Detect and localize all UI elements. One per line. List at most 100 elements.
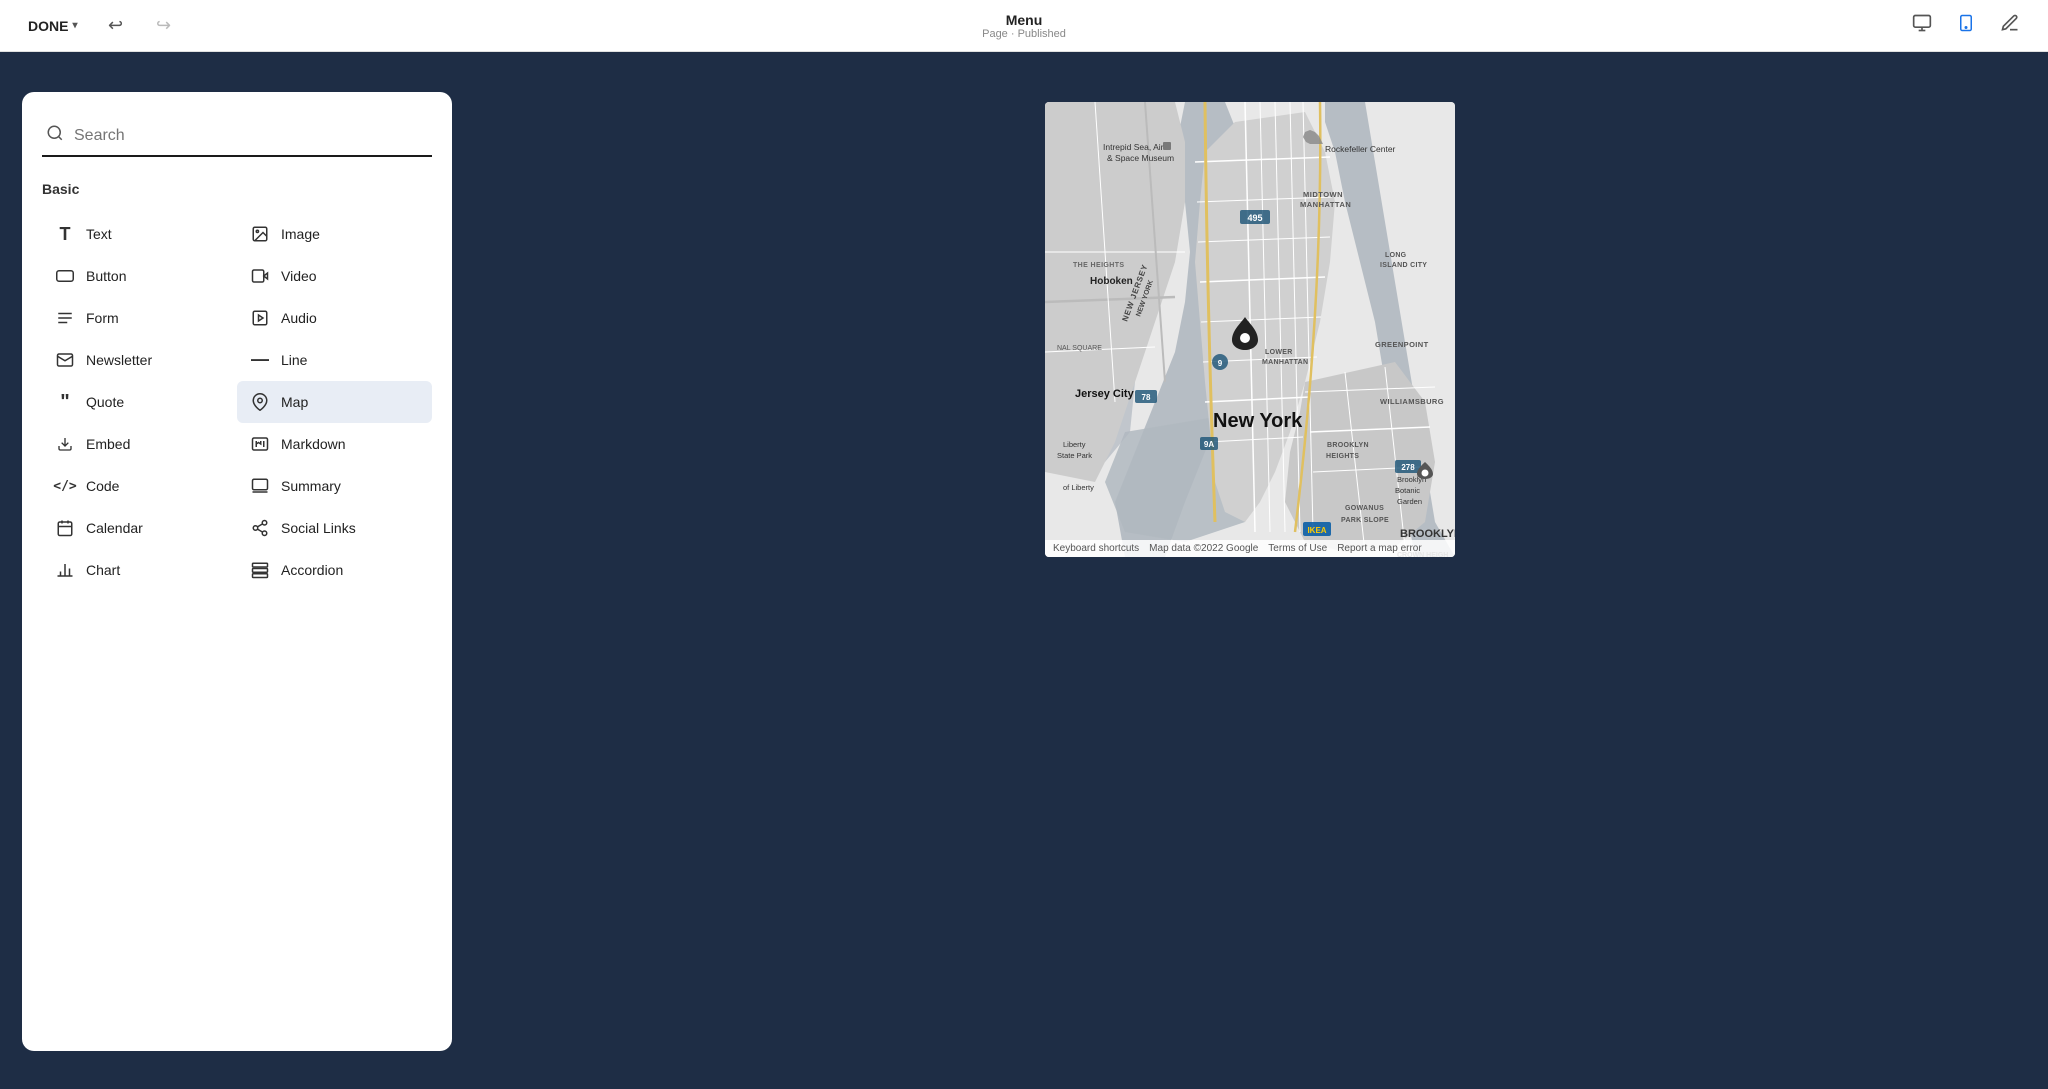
svg-text:BROOKLYN: BROOKLYN xyxy=(1400,528,1455,540)
widget-newsletter[interactable]: Newsletter xyxy=(42,339,237,381)
text-label: Text xyxy=(86,226,112,242)
svg-text:Intrepid Sea, Air: Intrepid Sea, Air xyxy=(1103,142,1164,152)
summary-icon xyxy=(249,475,271,497)
widget-image[interactable]: Image xyxy=(237,213,432,255)
calendar-icon xyxy=(54,517,76,539)
svg-text:New York: New York xyxy=(1213,410,1303,432)
markdown-icon xyxy=(249,433,271,455)
widget-markdown[interactable]: Markdown xyxy=(237,423,432,465)
image-icon xyxy=(249,223,271,245)
embed-label: Embed xyxy=(86,436,130,452)
svg-text:LONG: LONG xyxy=(1385,252,1407,259)
svg-text:Botanic: Botanic xyxy=(1395,486,1420,495)
line-icon xyxy=(249,349,271,371)
svg-text:WILLIAMSBURG: WILLIAMSBURG xyxy=(1380,397,1444,406)
svg-text:BROOKLYN: BROOKLYN xyxy=(1327,442,1369,449)
video-icon xyxy=(249,265,271,287)
desktop-icon xyxy=(1912,13,1932,38)
summary-label: Summary xyxy=(281,478,341,494)
desktop-view-button[interactable] xyxy=(1904,8,1940,44)
widget-social-links[interactable]: Social Links xyxy=(237,507,432,549)
svg-text:495: 495 xyxy=(1247,213,1262,223)
svg-text:Liberty: Liberty xyxy=(1063,440,1086,449)
topbar-center: Menu Page · Published xyxy=(982,12,1066,40)
svg-text:of Liberty: of Liberty xyxy=(1063,483,1094,492)
mobile-view-button[interactable] xyxy=(1948,8,1984,44)
button-label: Button xyxy=(86,268,126,284)
svg-text:278: 278 xyxy=(1401,463,1415,472)
widget-grid: T Text Image Button xyxy=(42,213,432,591)
keyboard-shortcuts-link[interactable]: Keyboard shortcuts xyxy=(1053,543,1139,554)
calendar-label: Calendar xyxy=(86,520,143,536)
code-icon: </> xyxy=(54,475,76,497)
widget-calendar[interactable]: Calendar xyxy=(42,507,237,549)
edit-button[interactable] xyxy=(1992,8,2028,44)
widget-quote[interactable]: " Quote xyxy=(42,381,237,423)
widget-button[interactable]: Button xyxy=(42,255,237,297)
topbar-right xyxy=(1904,8,2028,44)
map-label: Map xyxy=(281,394,308,410)
image-label: Image xyxy=(281,226,320,242)
svg-text:9A: 9A xyxy=(1204,440,1214,449)
svg-text:ISLAND CITY: ISLAND CITY xyxy=(1380,262,1427,269)
audio-label: Audio xyxy=(281,310,317,326)
chevron-down-icon: ▾ xyxy=(72,20,77,31)
topbar: DONE ▾ ↩ ↪ Menu Page · Published xyxy=(0,0,2048,52)
section-basic-label: Basic xyxy=(42,181,432,197)
quote-icon: " xyxy=(54,391,76,413)
social-links-icon xyxy=(249,517,271,539)
accordion-icon xyxy=(249,559,271,581)
audio-icon xyxy=(249,307,271,329)
text-icon: T xyxy=(54,223,76,245)
form-icon xyxy=(54,307,76,329)
widget-summary[interactable]: Summary xyxy=(237,465,432,507)
svg-text:Rockefeller Center: Rockefeller Center xyxy=(1325,144,1396,154)
svg-text:& Space Museum: & Space Museum xyxy=(1107,153,1174,163)
mobile-icon xyxy=(1957,13,1975,38)
redo-button[interactable]: ↪ xyxy=(145,8,181,44)
embed-icon xyxy=(54,433,76,455)
search-icon xyxy=(46,124,64,147)
widget-line[interactable]: Line xyxy=(237,339,432,381)
chart-label: Chart xyxy=(86,562,120,578)
map-widget: 495 78 9A 278 9 Intrepid Sea, Air & Spac… xyxy=(1045,102,1455,557)
topbar-left: DONE ▾ ↩ ↪ xyxy=(20,8,181,44)
newsletter-label: Newsletter xyxy=(86,352,152,368)
map-attribution: Keyboard shortcuts Map data ©2022 Google… xyxy=(1045,540,1455,557)
accordion-label: Accordion xyxy=(281,562,343,578)
code-label: Code xyxy=(86,478,119,494)
svg-text:NAL SQUARE: NAL SQUARE xyxy=(1057,345,1102,352)
widget-text[interactable]: T Text xyxy=(42,213,237,255)
svg-text:Hoboken: Hoboken xyxy=(1090,276,1133,287)
svg-text:MANHATTAN: MANHATTAN xyxy=(1300,200,1351,209)
map-icon xyxy=(249,391,271,413)
page-subtitle: Page · Published xyxy=(982,28,1066,40)
report-map-error-link[interactable]: Report a map error xyxy=(1337,543,1421,554)
widget-video[interactable]: Video xyxy=(237,255,432,297)
undo-button[interactable]: ↩ xyxy=(97,8,133,44)
search-container xyxy=(42,116,432,157)
widget-chart[interactable]: Chart xyxy=(42,549,237,591)
line-label: Line xyxy=(281,352,307,368)
svg-text:MIDTOWN: MIDTOWN xyxy=(1303,190,1343,199)
widget-map[interactable]: Map xyxy=(237,381,432,423)
svg-text:Jersey City: Jersey City xyxy=(1075,388,1135,400)
terms-of-use-link[interactable]: Terms of Use xyxy=(1268,543,1327,554)
widget-accordion[interactable]: Accordion xyxy=(237,549,432,591)
svg-text:HEIGHTS: HEIGHTS xyxy=(1326,453,1359,460)
widget-form[interactable]: Form xyxy=(42,297,237,339)
page-title: Menu xyxy=(982,12,1066,28)
widget-code[interactable]: </> Code xyxy=(42,465,237,507)
svg-text:State Park: State Park xyxy=(1057,451,1092,460)
search-input[interactable] xyxy=(74,127,428,145)
svg-text:IKEA: IKEA xyxy=(1307,526,1326,535)
quote-label: Quote xyxy=(86,394,124,410)
widget-embed[interactable]: Embed xyxy=(42,423,237,465)
svg-text:Garden: Garden xyxy=(1397,497,1422,506)
done-button[interactable]: DONE ▾ xyxy=(20,14,85,38)
done-label: DONE xyxy=(28,18,68,34)
widget-audio[interactable]: Audio xyxy=(237,297,432,339)
markdown-label: Markdown xyxy=(281,436,346,452)
social-links-label: Social Links xyxy=(281,520,356,536)
svg-text:GREENPOINT: GREENPOINT xyxy=(1375,340,1429,349)
